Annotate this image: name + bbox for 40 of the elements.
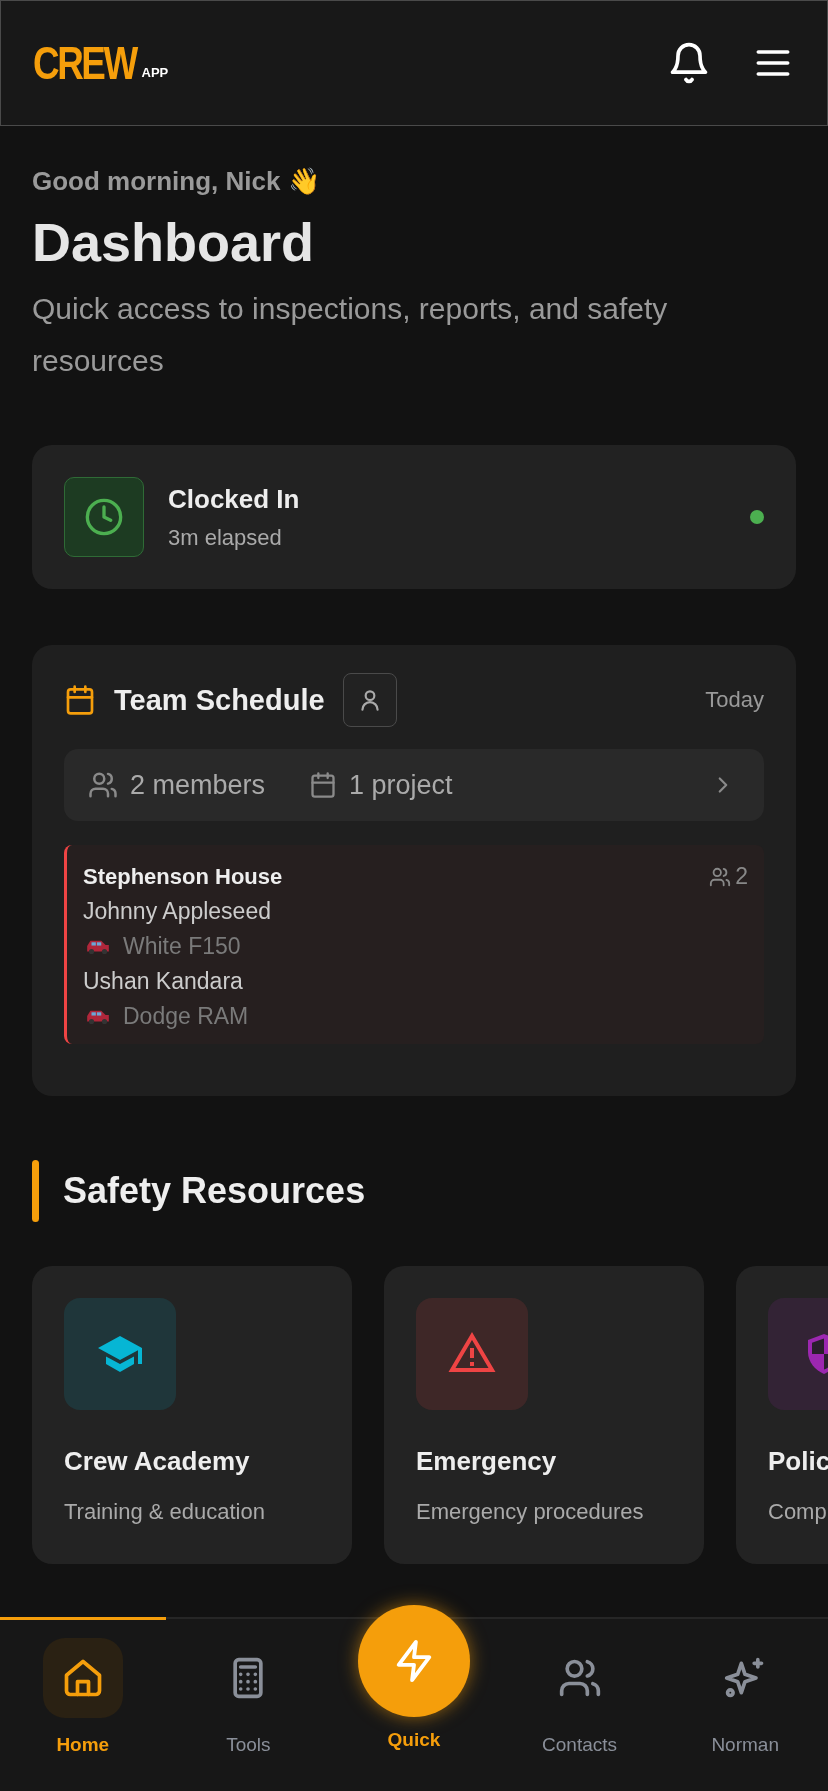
nav-tab[interactable]: Tools — [165, 1617, 332, 1791]
nav-tab[interactable]: Home — [0, 1617, 166, 1791]
calendar-icon — [64, 684, 96, 716]
schedule-title: Team Schedule — [114, 683, 325, 717]
page-subtitle: Quick access to inspections, reports, and safety resources — [32, 291, 669, 379]
schedule-date: Today — [705, 687, 764, 713]
section-title: Safety Resources — [63, 1170, 366, 1212]
crew-count: 2 — [735, 863, 748, 890]
resource-card[interactable]: Crew Academy Training & education — [32, 1266, 352, 1564]
lightning-icon — [358, 1605, 470, 1717]
resource-title: Emergency — [416, 1446, 558, 1477]
project-entry[interactable]: Stephenson House 2 Johnny Appleseed White F150 Ushan Kandara Dodge RAM — [64, 845, 764, 1044]
calendar-icon — [309, 771, 338, 799]
vehicle-name: White F150 — [123, 933, 241, 960]
resource-card[interactable]: Emergency Emergency procedures — [384, 1266, 704, 1564]
clock-status: Clocked In — [168, 483, 301, 515]
greeting-text: Good morning, Nick 👋 — [32, 166, 321, 197]
logo-wordmark: CREW — [33, 40, 136, 86]
logo-subtext: APP — [141, 65, 169, 80]
vehicle-name: Dodge RAM — [123, 1003, 249, 1030]
resource-title: Crew Academy — [64, 1446, 251, 1477]
resource-description: Training & education — [64, 1499, 266, 1525]
project-count: 1 project — [349, 769, 453, 801]
page-title: Dashboard — [32, 211, 316, 273]
crew-member-name: Johnny Appleseed — [83, 898, 272, 925]
member-count: 2 members — [130, 769, 266, 801]
people-icon — [88, 770, 118, 800]
project-name: Stephenson House — [83, 863, 283, 890]
people-icon — [709, 865, 732, 888]
resource-description: Comp — [768, 1499, 828, 1525]
section-accent-bar — [32, 1160, 39, 1222]
clock-icon — [84, 497, 124, 537]
schedule-summary-bar[interactable]: 2 members 1 project — [64, 749, 764, 821]
resource-description: Emergency procedures — [416, 1499, 645, 1525]
quick-action-button[interactable]: Quick — [358, 1605, 470, 1751]
nav-tab[interactable]: Norman — [662, 1617, 828, 1791]
nav-tab[interactable]: Contacts — [496, 1617, 663, 1791]
crew-member-name: Ushan Kandara — [83, 968, 244, 995]
person-filter-button[interactable] — [342, 673, 397, 727]
elapsed-time: 3m elapsed — [168, 524, 283, 551]
